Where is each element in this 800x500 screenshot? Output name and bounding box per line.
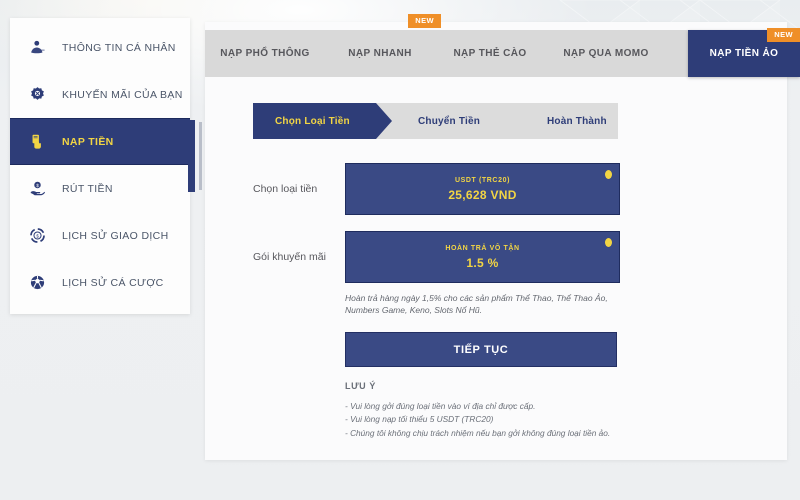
sidebar-item-label: THÔNG TIN CÁ NHÂN <box>62 41 176 54</box>
hand-money-icon <box>26 131 48 153</box>
user-icon <box>26 37 48 59</box>
sidebar-item-label: LỊCH SỬ CÁ CƯỢC <box>62 276 164 289</box>
currency-row-label: Chọn loại tiền <box>253 183 318 195</box>
currency-card-value: 25,628 VND <box>448 187 517 202</box>
step-label: Hoàn Thành <box>547 115 607 127</box>
sidebar-item-label: KHUYẾN MÃI CỦA BẠN <box>62 88 183 101</box>
selected-dot-icon <box>605 238 612 247</box>
tab-label: NẠP TIỀN ẢO <box>709 48 779 59</box>
note-line: - Vui lòng gởi đúng loại tiền vào ví địa… <box>345 401 536 411</box>
currency-selection-row: Chọn loại tiền USDT (TRC20) 25,628 VND <box>253 163 620 215</box>
hand-coin-icon: $ <box>26 178 48 200</box>
new-badge: NEW <box>767 28 800 42</box>
page-background: THÔNG TIN CÁ NHÂN KHUYẾN MÃI CỦA BẠN NẠP… <box>0 0 800 500</box>
promo-description-text: Hoàn trả hàng ngày 1,5% cho các sản phẩm… <box>345 293 608 316</box>
gift-badge-icon <box>26 84 48 106</box>
promo-option-card[interactable]: HOÀN TRẢ VÔ TẬN 1.5 % <box>345 231 620 283</box>
step-chuyen-tien[interactable]: Chuyển Tiền <box>376 103 524 139</box>
tab-nap-qua-momo[interactable]: NẠP QUA MOMO <box>545 30 667 77</box>
step-label: Chuyển Tiền <box>418 115 481 127</box>
sidebar-item-label: LỊCH SỬ GIAO DỊCH <box>62 229 169 242</box>
continue-button[interactable]: TIẾP TỤC <box>345 332 617 367</box>
note-line: - Vui lòng nạp tối thiểu 5 USDT (TRC20) <box>345 414 494 425</box>
step-hoan-thanh[interactable]: Hoàn Thành <box>507 103 618 139</box>
step-label: Chọn Loại Tiền <box>275 115 350 127</box>
promo-card-subtitle: HOÀN TRẢ VÔ TẬN <box>445 244 520 252</box>
note-line: - Chúng tôi không chịu trách nhiệm nếu b… <box>345 427 611 438</box>
sidebar-item-label: NẠP TIỀN <box>62 135 114 148</box>
panel-left-scroll-track <box>199 122 202 190</box>
soccer-ball-icon <box>26 272 48 294</box>
tab-nap-nhanh[interactable]: NẠP NHANH NEW <box>325 14 441 77</box>
tab-label: NẠP THẺ CÀO <box>453 48 527 59</box>
tab-nap-pho-thong[interactable]: NẠP PHỔ THÔNG <box>205 30 325 77</box>
tab-nap-the-cao[interactable]: NẠP THẺ CÀO <box>435 30 545 77</box>
svg-text:$: $ <box>36 183 39 188</box>
step-indicator: Chọn Loại Tiền Chuyển Tiền Hoàn Thành <box>253 103 618 139</box>
sidebar-item-label: RÚT TIỀN <box>62 182 113 195</box>
promo-selection-row: Gói khuyến mãi HOÀN TRẢ VÔ TẬN 1.5 % <box>253 231 620 283</box>
svg-text:$: $ <box>36 233 39 238</box>
currency-option-card[interactable]: USDT (TRC20) 25,628 VND <box>345 163 620 215</box>
sidebar-item-lich-su-ca-cuoc[interactable]: LỊCH SỬ CÁ CƯỢC <box>10 259 190 306</box>
step-chon-loai-tien[interactable]: Chọn Loại Tiền <box>253 103 393 139</box>
notes-title: LƯU Ý <box>345 381 376 391</box>
tab-label: NẠP PHỔ THÔNG <box>220 48 310 59</box>
tab-label: NẠP QUA MOMO <box>563 48 649 59</box>
continue-button-label: TIẾP TỤC <box>453 343 509 356</box>
notes-section: LƯU Ý - Vui lòng gởi đúng loại tiền vào … <box>345 381 620 440</box>
sidebar-item-nap-tien[interactable]: NẠP TIỀN <box>10 118 190 165</box>
sidebar-item-thong-tin-ca-nhan[interactable]: THÔNG TIN CÁ NHÂN <box>10 24 190 71</box>
sidebar-item-lich-su-giao-dich[interactable]: $ LỊCH SỬ GIAO DỊCH <box>10 212 190 259</box>
new-badge: NEW <box>408 14 441 28</box>
promo-card-value: 1.5 % <box>466 255 499 270</box>
panel-left-accent-bar <box>188 120 195 192</box>
sidebar: THÔNG TIN CÁ NHÂN KHUYẾN MÃI CỦA BẠN NẠP… <box>10 18 190 314</box>
tab-nap-tien-ao[interactable]: NẠP TIỀN ẢO NEW <box>688 28 800 77</box>
tab-label: NẠP NHANH <box>348 48 412 59</box>
transaction-history-icon: $ <box>26 225 48 247</box>
promo-row-label: Gói khuyến mãi <box>253 251 326 263</box>
selected-dot-icon <box>605 170 612 179</box>
currency-card-subtitle: USDT (TRC20) <box>454 176 511 184</box>
sidebar-item-rut-tien[interactable]: $ RÚT TIỀN <box>10 165 190 212</box>
deposit-method-tabs: NẠP PHỔ THÔNG NẠP NHANH NEW NẠP THẺ CÀO … <box>205 14 800 77</box>
sidebar-item-khuyen-mai-cua-ban[interactable]: KHUYẾN MÃI CỦA BẠN <box>10 71 190 118</box>
